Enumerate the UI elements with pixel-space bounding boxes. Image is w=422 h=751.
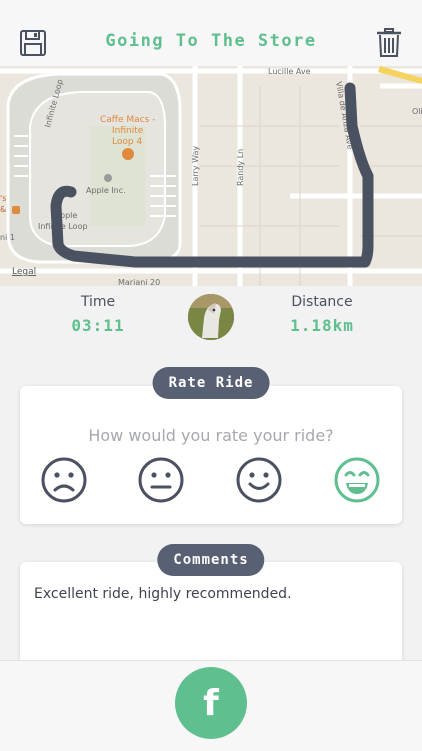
delete-button[interactable] (372, 26, 406, 60)
status-bar (0, 0, 422, 20)
rating-option-sad[interactable] (40, 456, 88, 504)
rate-ride-pill: Rate Ride (152, 367, 270, 399)
map-canvas: Lucille Ave Villa de Anza Ave Larry Way … (0, 66, 422, 286)
rating-faces (20, 456, 402, 504)
ride-stats: Time 03:11 Distance 1.18km (0, 286, 422, 350)
map-label-apple-loop2: Infinite Loop (38, 222, 88, 231)
bottom-bar: f (0, 660, 422, 751)
map-label-apple: Apple Inc. (86, 186, 126, 195)
very-happy-face-icon (334, 457, 380, 503)
map-label-street3: Larry Way (191, 146, 200, 186)
rating-option-very-happy[interactable] (333, 456, 381, 504)
happy-face-icon (236, 457, 282, 503)
save-icon (20, 30, 46, 56)
save-button[interactable] (16, 26, 50, 60)
sad-face-icon (41, 457, 87, 503)
map-label-cafe2: Infinite (112, 126, 144, 136)
page-title: Going To The Store (105, 31, 317, 51)
time-value: 03:11 (71, 316, 125, 335)
map-label-oli: Oli (412, 107, 422, 116)
rating-card: How would you rate your ride? (20, 386, 402, 524)
comment-text[interactable]: Excellent ride, highly recommended. (34, 586, 388, 602)
trash-icon (377, 28, 401, 57)
nav-bar: Going To The Store (0, 20, 422, 66)
avatar[interactable] (188, 294, 234, 340)
map-label-apple-loop1: pple (60, 211, 77, 220)
time-label: Time (80, 294, 116, 310)
map-label-cafe: Caffe Macs - (100, 115, 155, 125)
facebook-share-button[interactable]: f (175, 667, 247, 739)
place-pin-icon[interactable] (104, 174, 112, 182)
horse-photo-icon (188, 294, 234, 340)
map-label-left2: & (0, 205, 6, 214)
facebook-icon: f (203, 682, 219, 724)
rating-option-neutral[interactable] (137, 456, 185, 504)
route-map[interactable]: Lucille Ave Villa de Anza Ave Larry Way … (0, 66, 422, 286)
map-label-left1: 's (0, 194, 6, 203)
distance-label: Distance (291, 294, 353, 310)
rating-option-happy[interactable] (235, 456, 283, 504)
map-label-bottom: Mariani 20 (118, 278, 160, 286)
map-legal-link[interactable]: Legal (12, 267, 36, 277)
comments-card[interactable]: Excellent ride, highly recommended. (20, 562, 402, 672)
map-label-street1: Lucille Ave (268, 67, 311, 76)
rating-question: How would you rate your ride? (88, 426, 334, 445)
comments-pill: Comments (157, 544, 265, 576)
shop-pin-icon[interactable] (12, 206, 20, 214)
distance-value: 1.18km (290, 316, 354, 335)
restaurant-pin-icon[interactable] (122, 148, 134, 160)
map-label-street4: Randy Ln (236, 149, 245, 186)
neutral-face-icon (138, 457, 184, 503)
map-label-cafe3: Loop 4 (112, 137, 142, 147)
map-label-left3: ni 1 (0, 233, 15, 242)
